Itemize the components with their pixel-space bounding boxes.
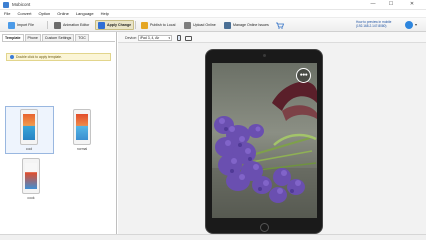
- status-bar: [0, 234, 426, 240]
- import-file-label: Import File: [17, 23, 34, 27]
- landscape-orientation-icon[interactable]: [185, 36, 192, 41]
- device-select-value: iPad 3, 4, Air: [140, 36, 160, 40]
- menu-file[interactable]: File: [4, 11, 10, 16]
- camera-icon: [263, 54, 266, 57]
- tab-phone[interactable]: Phone: [24, 34, 41, 41]
- portrait-orientation-icon[interactable]: [177, 35, 181, 41]
- manage-icon: [224, 21, 231, 29]
- menu-option[interactable]: Option: [38, 11, 50, 16]
- import-icon: [8, 21, 15, 29]
- book-preview-screen[interactable]: ●●●: [212, 63, 317, 218]
- manage-online-issues-button[interactable]: Manage Online Issues: [222, 20, 271, 30]
- menu-language[interactable]: Language: [76, 11, 94, 16]
- publish-local-label: Publish to Local: [150, 23, 176, 27]
- home-button-icon: [260, 223, 269, 232]
- upload-icon: [184, 21, 191, 29]
- manage-online-label: Manage Online Issues: [233, 23, 269, 27]
- toolbar-separator: [47, 21, 48, 29]
- template-screen: [25, 163, 37, 189]
- toolbar-separator: [135, 21, 136, 29]
- menu-help[interactable]: Help: [101, 11, 109, 16]
- apply-change-label: Apply Change: [107, 23, 132, 27]
- panel-tabs: Template Phone Custom Settings TOC: [2, 34, 89, 41]
- template-screen: [76, 114, 88, 140]
- info-text: Double click to apply template.: [16, 55, 62, 59]
- preview-area: Device: iPad 3, 4, Air ▾ ●●●: [118, 32, 426, 234]
- template-label-normal: normal: [76, 147, 88, 151]
- upload-online-button[interactable]: Upload Online: [182, 20, 218, 30]
- film-icon: [54, 21, 61, 29]
- template-screen: [23, 114, 35, 140]
- tab-custom-settings[interactable]: Custom Settings: [41, 34, 75, 41]
- tab-template[interactable]: Template: [2, 34, 24, 41]
- minimize-button[interactable]: —: [364, 1, 382, 8]
- animation-editor-label: Animation Editor: [63, 23, 90, 27]
- template-thumb-cool[interactable]: [20, 109, 38, 145]
- template-thumb-normal[interactable]: [73, 109, 91, 145]
- apply-change-button[interactable]: Apply Change: [95, 20, 135, 30]
- import-file-button[interactable]: Import File: [6, 20, 36, 30]
- device-bar: Device: iPad 3, 4, Air ▾: [118, 32, 426, 43]
- ipad-frame: ●●●: [205, 49, 323, 234]
- publish-local-button[interactable]: Publish to Local: [139, 20, 177, 30]
- toolbar: Import File Animation Editor Apply Chang…: [0, 18, 426, 32]
- template-label-cook: cook: [27, 196, 35, 200]
- template-label-cool: cool: [25, 147, 33, 151]
- animation-editor-button[interactable]: Animation Editor: [52, 20, 91, 30]
- menu-bar: File Convert Option Online Language Help: [0, 10, 426, 18]
- info-icon: [10, 55, 14, 59]
- menu-online[interactable]: Online: [57, 11, 69, 16]
- template-thumb-cook[interactable]: [22, 158, 40, 194]
- mobile-preview-link[interactable]: How to preview in mobile (192.168.2.147:…: [356, 20, 406, 28]
- device-select[interactable]: iPad 3, 4, Air ▾: [138, 35, 172, 41]
- maximize-button[interactable]: ☐: [382, 1, 400, 8]
- chevron-down-icon[interactable]: ▾: [415, 22, 417, 27]
- device-label: Device:: [125, 36, 137, 40]
- upload-online-label: Upload Online: [193, 23, 216, 27]
- apply-icon: [98, 21, 105, 29]
- user-icon[interactable]: [405, 21, 413, 29]
- cart-button[interactable]: [274, 20, 286, 30]
- cart-icon: [276, 22, 284, 29]
- template-panel: Template Phone Custom Settings TOC Doubl…: [0, 32, 117, 234]
- menu-dots-icon[interactable]: ●●●: [296, 68, 311, 83]
- tab-toc[interactable]: TOC: [75, 34, 89, 41]
- info-bar: Double click to apply template.: [6, 53, 111, 61]
- close-button[interactable]: ✕: [400, 1, 424, 8]
- window-title: Mobicont: [12, 2, 31, 7]
- title-bar: Mobicont — ☐ ✕: [0, 0, 426, 10]
- app-icon: [3, 2, 9, 8]
- tab-divider: [2, 41, 115, 42]
- lavender-cover-image: [212, 63, 317, 218]
- chevron-down-icon: ▾: [168, 36, 170, 40]
- publish-icon: [141, 21, 148, 29]
- menu-convert[interactable]: Convert: [17, 11, 31, 16]
